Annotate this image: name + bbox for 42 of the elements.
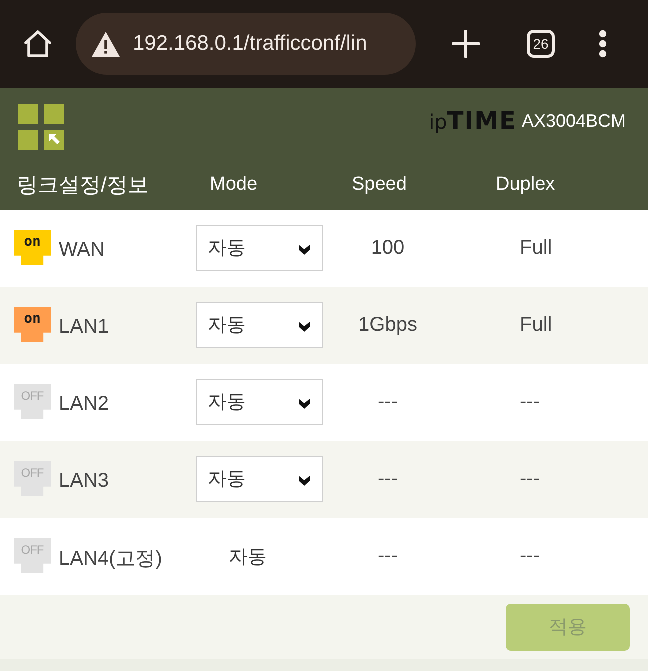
column-header: Mode [210,174,258,195]
duplex-value: --- [520,545,540,567]
duplex-value: Full [520,314,552,336]
link-status-badge: on [14,230,51,265]
grid-logo-icon[interactable] [18,104,64,150]
caret-down-icon [299,398,310,408]
link-status-badge: OFF [14,538,51,573]
mode-select[interactable]: 자동 [196,456,323,502]
port-name: WAN [59,239,105,262]
caret-down-icon [299,476,310,486]
port-name: LAN4(고정) [59,547,162,572]
speed-value: --- [378,545,398,567]
column-header: Duplex [496,174,556,195]
speed-value: --- [378,468,398,490]
port-name: LAN3 [59,470,110,493]
model-name: AX3004BCM [522,110,626,132]
speed-value: 100 [371,237,405,259]
column-header: 링크설정/정보 [17,174,149,197]
mode-text: 자동 [229,546,267,568]
caret-down-icon [299,244,310,254]
duplex-value: Full [520,237,552,259]
warning-icon [92,32,120,56]
menu-icon[interactable] [599,30,607,58]
new-tab-plus-icon[interactable] [452,30,480,58]
mode-select[interactable]: 자동 [196,224,323,270]
column-header: Speed [352,174,407,195]
speed-value: --- [378,391,398,413]
brand-logo: ipTIME [429,107,517,135]
port-name: LAN1 [59,316,110,339]
duplex-value: --- [520,391,540,413]
home-icon[interactable] [23,29,53,59]
url-field[interactable]: 192.168.0.1/trafficconf/lin [76,13,416,75]
link-status-badge: OFF [14,461,51,496]
link-status-badge: on [14,307,51,342]
speed-value: 1Gbps [358,314,418,336]
link-status-badge: OFF [14,384,51,419]
tab-count-button[interactable]: 26 [527,30,555,58]
caret-down-icon [299,322,310,332]
duplex-value: --- [520,468,540,490]
port-name: LAN2 [59,393,110,416]
mode-select[interactable]: 자동 [196,378,323,424]
mode-select[interactable]: 자동 [196,302,323,348]
